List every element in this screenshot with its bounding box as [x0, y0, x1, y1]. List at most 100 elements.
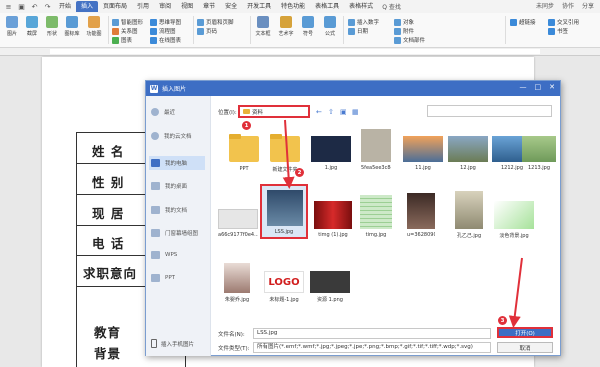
file-item[interactable]: 新建文件夹	[269, 133, 301, 173]
insert-mobile-picture-link[interactable]: 插入手机图片	[151, 339, 194, 348]
screenshot-button[interactable]: 截屏	[22, 16, 42, 37]
file-item[interactable]: 5fea5ee3c8e...	[361, 129, 391, 171]
folder-icon	[151, 229, 160, 237]
smart-graphic-button[interactable]: 智能图形	[112, 18, 143, 26]
image-thumbnail	[218, 209, 258, 229]
file-item[interactable]: timg (1).jpg	[314, 201, 352, 238]
sidebar-item-curtainwall[interactable]: 门窗幕墙组图	[151, 229, 207, 237]
save-icon[interactable]: ▣	[17, 3, 26, 11]
new-folder-icon[interactable]: ▣	[340, 108, 347, 116]
minimize-icon[interactable]: —	[520, 83, 527, 91]
doc-parts-button[interactable]: 文档部件	[394, 36, 425, 44]
tab-table-style[interactable]: 表格样式	[344, 1, 378, 12]
sync-status[interactable]: 未同步	[536, 1, 554, 10]
back-icon[interactable]: ←	[316, 108, 322, 116]
file-item[interactable]: 资源 1.png	[310, 271, 350, 303]
sidebar-item-desktop[interactable]: 我的桌面	[151, 182, 207, 190]
up-folder-icon[interactable]: ⇧	[328, 108, 334, 116]
file-item[interactable]: u=3628090063...	[407, 193, 435, 238]
sidebar-item-recent[interactable]: 最近	[151, 108, 207, 116]
redo-icon[interactable]: ↷	[43, 3, 52, 11]
tab-table-tools[interactable]: 表格工具	[310, 1, 344, 12]
header-footer-button[interactable]: 页眉和页脚	[197, 18, 234, 26]
file-item[interactable]: 1213.jpg	[522, 136, 556, 171]
collaborate-button[interactable]: 协作	[562, 1, 574, 10]
header-footer-label: 页眉和页脚	[206, 20, 234, 26]
sidebar-item-label: WPS	[165, 252, 178, 258]
date-label: 日期	[357, 29, 369, 35]
chart-label: 图表	[121, 38, 133, 44]
shape-button[interactable]: 形状	[42, 16, 62, 37]
file-item[interactable]: timg.jpg	[360, 195, 392, 238]
textbox-button[interactable]: 文本框	[253, 16, 273, 37]
cancel-button[interactable]: 取消	[497, 342, 553, 353]
undo-icon[interactable]: ↶	[30, 3, 39, 11]
tab-insert[interactable]: 插入	[76, 1, 99, 12]
file-item[interactable]: PPT	[228, 133, 260, 172]
relation-chart-button[interactable]: 关系图	[112, 27, 138, 35]
file-item[interactable]: a66c9177f0e4...	[218, 209, 258, 238]
tab-sections[interactable]: 章节	[198, 1, 220, 12]
ribbon-search[interactable]: Q 查找	[382, 2, 401, 11]
close-icon[interactable]: ✕	[549, 83, 555, 91]
attachment-button[interactable]: 附件	[394, 27, 414, 35]
image-thumbnail	[310, 271, 350, 293]
share-button[interactable]: 分享	[582, 1, 594, 10]
sidebar-item-my-computer[interactable]: 我的电脑	[149, 156, 205, 170]
cross-ref-button[interactable]: 交叉引用	[548, 18, 579, 26]
file-item[interactable]: 12.jpg	[448, 136, 488, 171]
file-name: timg (1).jpg	[318, 232, 348, 238]
view-mode-icon[interactable]: ▦	[352, 108, 359, 116]
tab-page-layout[interactable]: 页面布局	[98, 1, 132, 12]
insert-number-button[interactable]: 插入数字	[348, 18, 379, 26]
online-chart-button[interactable]: 在线图表	[150, 36, 181, 44]
filetype-select[interactable]: 所有图片(*.emf;*.wmf;*.jpg;*.jpeg;*.jpe;*.pn…	[253, 342, 491, 353]
object-button[interactable]: 对象	[394, 18, 414, 26]
tab-security[interactable]: 安全	[220, 1, 242, 12]
formula-icon	[324, 16, 336, 28]
tab-home[interactable]: 开始	[54, 1, 76, 12]
chart-button[interactable]: 图表	[112, 36, 132, 44]
sidebar-item-ppt[interactable]: PPT	[151, 274, 207, 282]
table-border	[76, 132, 77, 367]
sidebar-item-documents[interactable]: 我的文档	[151, 206, 207, 214]
icon-library-button[interactable]: 图标库	[62, 16, 82, 37]
menu-icon[interactable]: ≡	[4, 3, 13, 11]
date-button[interactable]: 日期	[348, 27, 368, 35]
symbol-button[interactable]: 符号	[298, 16, 318, 37]
wordart-button[interactable]: 艺术字	[276, 16, 296, 37]
file-item[interactable]: 淡色背景.jpg	[494, 201, 534, 239]
flowchart-button[interactable]: 流程图	[150, 27, 176, 35]
ribbon-toolbar: 图片 截屏 形状 图标库 功能图 智能图形 关系图 图表 思维导图 流程图 在线…	[0, 13, 600, 48]
tab-review[interactable]: 审阅	[154, 1, 176, 12]
file-item[interactable]: 朱婴乔.jpg	[224, 263, 250, 303]
open-button[interactable]: 打开(O)	[497, 327, 553, 338]
page-number-button[interactable]: 页码	[197, 27, 217, 35]
tab-features[interactable]: 特色功能	[276, 1, 310, 12]
filename-input[interactable]: LSS.jpg	[253, 328, 491, 339]
maximize-icon[interactable]: □	[535, 83, 542, 91]
file-item[interactable]: 孔乙己.jpg	[455, 191, 483, 239]
horizontal-ruler[interactable]	[0, 48, 600, 56]
formula-button[interactable]: 公式	[320, 16, 340, 37]
sidebar-item-cloud-docs[interactable]: 我的云文档	[151, 132, 207, 140]
file-item-selected[interactable]: LSS.jpg	[260, 184, 308, 239]
file-search-input[interactable]	[427, 105, 552, 117]
location-dropdown[interactable]: 资料	[238, 105, 310, 118]
toolbar-divider	[193, 16, 194, 44]
picture-button[interactable]: 图片	[2, 16, 22, 37]
dialog-titlebar[interactable]: W 插入图片 — □ ✕	[146, 81, 560, 96]
textbox-icon	[257, 16, 269, 28]
tab-references[interactable]: 引用	[132, 1, 154, 12]
mind-map-button[interactable]: 思维导图	[150, 18, 181, 26]
file-item[interactable]: 11.jpg	[403, 136, 443, 171]
bookmark-button[interactable]: 书签	[548, 27, 568, 35]
sidebar-item-wps[interactable]: WPS	[151, 251, 207, 259]
function-chart-button[interactable]: 功能图	[84, 16, 104, 37]
file-item[interactable]: 1.jpg	[311, 136, 351, 171]
symbol-icon	[302, 16, 314, 28]
tab-developer[interactable]: 开发工具	[242, 1, 276, 12]
file-item[interactable]: LOGO 未标题-1.jpg	[264, 271, 304, 303]
tab-view[interactable]: 视图	[176, 1, 198, 12]
hyperlink-button[interactable]: 超链接	[510, 18, 536, 26]
